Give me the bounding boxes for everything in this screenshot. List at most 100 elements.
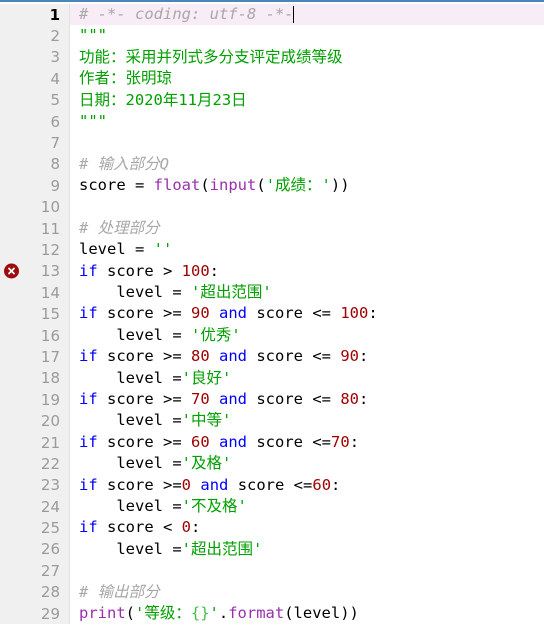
line-number: 29 <box>40 604 60 623</box>
code-line-content[interactable]: if score >= 70 and score <= 80: <box>70 389 544 410</box>
code-line-content[interactable]: if score < 0: <box>70 517 544 538</box>
code-token-plain: : <box>331 475 341 494</box>
line-number-gutter: 14 <box>0 282 70 304</box>
line-number-gutter: 27 <box>0 560 70 582</box>
code-line-content[interactable]: if score >= 90 and score <= 100: <box>70 303 544 324</box>
code-line-content[interactable]: level = '不及格' <box>70 496 544 517</box>
code-line-content[interactable]: # 输入部分Q <box>70 154 544 175</box>
code-line[interactable]: 20 level = '中等' <box>0 410 544 432</box>
code-line-content[interactable]: # 处理部分 <box>70 218 544 239</box>
code-token-kw: and <box>200 475 229 494</box>
code-token-plain: (level)) <box>284 603 359 622</box>
code-line-content[interactable]: if score >= 60 and score <= 70: <box>70 432 544 453</box>
code-line-content[interactable]: print('等级：{} '. format (level)) <box>70 603 544 624</box>
code-line-content[interactable]: if score > 100: <box>70 261 544 282</box>
line-number-gutter: 17 <box>0 346 70 368</box>
code-line[interactable]: 12 level = '' <box>0 239 544 261</box>
code-line-content[interactable]: score = float(input('成绩： ')) <box>70 175 544 196</box>
code-line[interactable]: 15 if score >= 90 and score <= 100: <box>0 303 544 325</box>
code-line-content[interactable] <box>70 560 544 581</box>
line-number: 27 <box>40 561 60 580</box>
code-line-content[interactable]: # -*- coding: utf-8 -*- <box>70 4 544 26</box>
code-line-content[interactable]: level = '良好' <box>70 368 544 389</box>
code-line[interactable]: 5 日期：2020年11月23日 <box>0 89 544 111</box>
code-line[interactable]: 8 # 输入部分Q <box>0 153 544 176</box>
line-number: 4 <box>50 69 60 88</box>
code-token-num: 0 <box>181 518 192 537</box>
line-number-gutter: 6 <box>0 110 70 133</box>
code-token-plain: score >= <box>97 390 191 409</box>
code-token-string: '良好' <box>181 368 232 387</box>
code-line-content[interactable]: level = '超出范围' <box>70 282 544 303</box>
code-line[interactable]: 18 level = '良好' <box>0 367 544 390</box>
code-line[interactable]: 9 score = float(input('成绩： ')) <box>0 175 544 197</box>
code-line[interactable]: 24 level = '不及格' <box>0 495 544 518</box>
code-token-string: '中等' <box>181 411 232 430</box>
code-line[interactable]: 21 if score >= 60 and score <= 70: <box>0 431 544 454</box>
code-line-content[interactable]: """ <box>70 111 544 132</box>
code-line[interactable]: 4 作者：张明琼 <box>0 68 544 90</box>
code-token-plain: score <= <box>228 475 313 494</box>
code-token-string: 功能：采用并列式多分支评定成绩等级 <box>79 47 343 66</box>
line-number-gutter: 9 <box>0 175 70 197</box>
code-token-kw: if <box>79 518 98 537</box>
code-line-content[interactable]: # 输出部分 <box>70 582 544 603</box>
code-token-num: 90 <box>191 304 210 323</box>
code-line[interactable]: 11 # 处理部分 <box>0 217 544 240</box>
code-line[interactable]: 27 <box>0 560 544 582</box>
line-number-gutter: 4 <box>0 68 70 90</box>
line-number-gutter: 29 <box>0 602 70 625</box>
code-line-content[interactable]: 功能：采用并列式多分支评定成绩等级 <box>70 47 544 68</box>
code-token-num: 70 <box>331 432 350 451</box>
code-line-content[interactable] <box>70 197 544 218</box>
line-number-gutter: 24 <box>0 495 70 518</box>
line-number: 9 <box>50 176 60 195</box>
code-token-kw: and <box>219 304 248 323</box>
code-line-content[interactable]: level = '及格' <box>70 453 544 474</box>
code-line[interactable]: 13 if score > 100: <box>0 260 544 283</box>
code-line[interactable]: 29 print('等级：{} '. format (level)) <box>0 602 544 625</box>
code-line-content[interactable]: level = '' <box>70 239 544 260</box>
code-line-content[interactable]: 作者：张明琼 <box>70 68 544 89</box>
code-token-string: """ <box>79 111 107 130</box>
code-token-comment: # 输入部分Q <box>79 154 169 173</box>
code-token-string: '等级： <box>135 603 191 622</box>
code-line[interactable]: 19 if score >= 70 and score <= 80: <box>0 389 544 411</box>
code-line[interactable]: 3 功能：采用并列式多分支评定成绩等级 <box>0 46 544 69</box>
code-line[interactable]: 23 if score >= 0 and score <= 60: <box>0 474 544 496</box>
code-line-content[interactable]: level = '超出范围' <box>70 539 544 560</box>
code-token-plain: : <box>209 261 220 280</box>
line-number-gutter: 8 <box>0 153 70 176</box>
code-token-string: ' <box>209 603 219 622</box>
code-token-kw: and <box>219 347 248 366</box>
code-line[interactable]: 6 """ <box>0 110 544 133</box>
line-number-gutter: 26 <box>0 538 70 561</box>
code-line-content[interactable]: if score >= 80 and score <= 90: <box>70 346 544 367</box>
error-cross-icon[interactable] <box>4 263 19 279</box>
code-editor[interactable]: 1 # -*- coding: utf-8 -*- 2 """ 3 功能：采用并列式多分支… <box>0 0 544 626</box>
code-line-content[interactable] <box>70 132 544 153</box>
code-line[interactable]: 14 level = '超出范围' <box>0 282 544 304</box>
code-line[interactable]: 26 level = '超出范围' <box>0 538 544 561</box>
code-line[interactable]: 22 level = '及格' <box>0 453 544 475</box>
code-line[interactable]: 17 if score >= 80 and score <= 90: <box>0 346 544 368</box>
code-line-content[interactable]: 日期：2020年11月23日 <box>70 90 544 111</box>
code-line[interactable]: 7 <box>0 132 544 154</box>
code-line-content[interactable]: """ <box>70 25 544 46</box>
code-token-string: '超出范围' <box>181 539 263 558</box>
code-line[interactable]: 10 <box>0 196 544 218</box>
line-number: 21 <box>40 433 60 452</box>
code-line[interactable]: 25 if score < 0: <box>0 517 544 539</box>
code-line-content[interactable]: if score >= 0 and score <= 60: <box>70 475 544 496</box>
code-line[interactable]: 2 """ <box>0 25 544 47</box>
code-token-plain: level = <box>79 454 182 473</box>
code-token-string: '不及格' <box>181 496 247 515</box>
line-number: 1 <box>49 5 60 24</box>
code-token-plain: score <= <box>247 432 332 451</box>
code-line[interactable]: 16 level = '优秀' <box>0 324 544 347</box>
code-line[interactable]: 28 # 输出部分 <box>0 581 544 603</box>
line-number: 26 <box>40 540 60 559</box>
code-line[interactable]: 1 # -*- coding: utf-8 -*- <box>0 4 544 26</box>
code-line-content[interactable]: level = '中等' <box>70 410 544 431</box>
code-line-content[interactable]: level = '优秀' <box>70 325 544 346</box>
